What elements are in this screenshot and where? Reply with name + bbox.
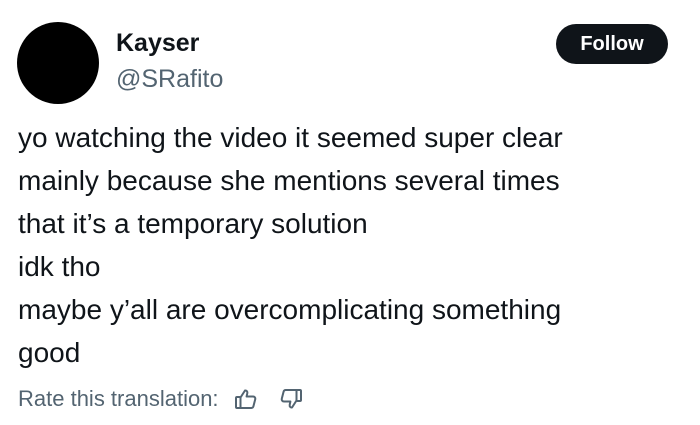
rate-translation-label: Rate this translation: <box>18 386 219 411</box>
tweet-line: that it’s a temporary solution <box>18 208 368 239</box>
follow-button[interactable]: Follow <box>556 24 668 64</box>
thumbs-up-icon[interactable] <box>232 385 260 413</box>
tweet-line: idk tho <box>18 251 101 282</box>
tweet-text: yo watching the video it seemed super cl… <box>18 116 678 374</box>
author-handle[interactable]: @SRafito <box>116 62 223 96</box>
tweet-line: yo watching the video it seemed super cl… <box>18 122 563 153</box>
tweet-line: maybe y’all are overcomplicating somethi… <box>18 294 562 325</box>
author-display-name[interactable]: Kayser <box>116 26 199 60</box>
avatar[interactable] <box>17 22 99 104</box>
tweet-line: good <box>18 337 81 368</box>
rate-translation-row: Rate this translation: <box>18 382 305 416</box>
thumbs-down-icon[interactable] <box>277 385 305 413</box>
tweet-line: mainly because she mentions several time… <box>18 165 560 196</box>
